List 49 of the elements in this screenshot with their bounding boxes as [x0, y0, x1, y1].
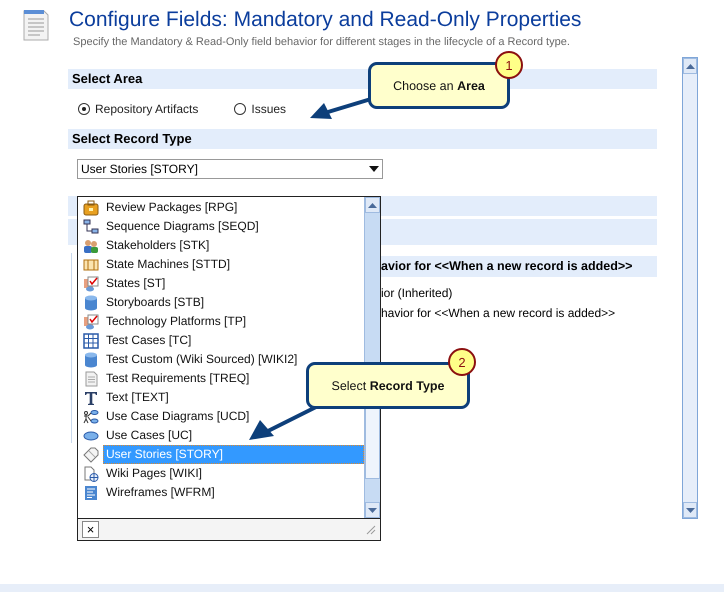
scroll-up-icon[interactable] [686, 64, 694, 68]
use-case-diagram-icon [83, 408, 99, 424]
radio-label[interactable]: Repository Artifacts [95, 102, 198, 116]
scroll-up-icon[interactable] [368, 202, 377, 208]
close-button[interactable]: × [82, 521, 99, 538]
list-item[interactable]: Wireframes [WFRM] [103, 483, 364, 502]
section-heading: Select Record Type [68, 129, 657, 149]
list-item[interactable]: Use Cases [UC] [103, 426, 364, 445]
briefcase-icon [83, 200, 99, 216]
panel-icon [83, 256, 99, 272]
radio-label[interactable]: Issues [251, 102, 286, 116]
page-description: Specify the Mandatory & Read-Only field behavior for different stages in the lifecycle of a Record type. [73, 36, 571, 49]
wireframe-icon [83, 484, 99, 500]
tag-icon [83, 446, 99, 462]
diagram-icon [83, 218, 99, 234]
list-item[interactable]: Wiki Pages [WIKI] [103, 464, 364, 483]
behavior-heading: avior for <<When a new record is added>> [381, 256, 657, 277]
text-icon [83, 390, 99, 406]
list-item[interactable]: Review Packages [RPG] [103, 198, 364, 217]
table-icon [83, 332, 99, 348]
document-icon [83, 370, 99, 386]
list-item[interactable]: State Machines [STTD] [103, 255, 364, 274]
checklist-icon [83, 276, 99, 292]
record-type-select[interactable]: User Stories [STORY] [77, 159, 383, 179]
list-item[interactable]: Use Case Diagrams [UCD] [103, 407, 364, 426]
scroll-down-icon[interactable] [368, 508, 377, 512]
list-item[interactable]: Storyboards [STB] [103, 293, 364, 312]
list-item[interactable]: Test Cases [TC] [103, 331, 364, 350]
people-icon [83, 238, 99, 254]
step-badge: 1 [495, 51, 523, 79]
resize-grip-icon[interactable] [366, 524, 376, 534]
list-item[interactable]: Sequence Diagrams [SEQD] [103, 217, 364, 236]
list-item[interactable]: Test Custom (Wiki Sourced) [WIKI2] [103, 350, 364, 369]
database-icon [83, 294, 99, 310]
scroll-down-icon[interactable] [686, 508, 694, 512]
page-title: Configure Fields: Mandatory and Read-Only Properties [69, 8, 582, 32]
radio-button[interactable] [234, 102, 246, 114]
step-badge: 2 [448, 348, 476, 376]
scrollbar[interactable] [682, 57, 698, 519]
behavior-option: ior (Inherited) [381, 283, 657, 303]
list-item[interactable]: Technology Platforms [TP] [103, 312, 364, 331]
dropdown-caret-icon [369, 166, 379, 172]
list-item[interactable]: Stakeholders [STK] [103, 236, 364, 255]
list-item[interactable]: States [ST] [103, 274, 364, 293]
web-page-icon [83, 466, 99, 482]
radio-button[interactable] [78, 102, 90, 114]
checklist-icon [83, 314, 99, 330]
behavior-option: havior for <<When a new record is added>> [381, 303, 657, 323]
database-icon [83, 352, 99, 368]
